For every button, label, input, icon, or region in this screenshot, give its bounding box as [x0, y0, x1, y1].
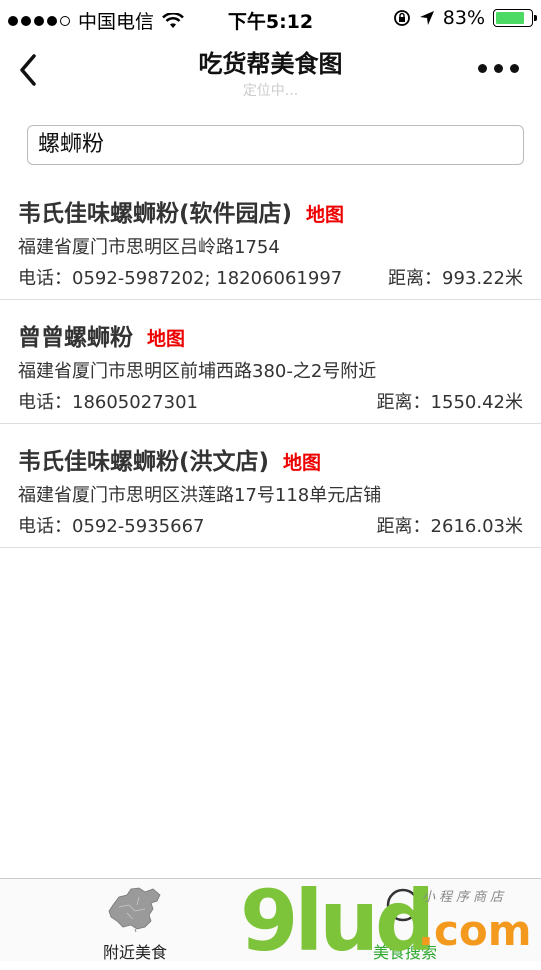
restaurant-distance: 距离：2616.03米	[376, 516, 523, 537]
restaurant-distance: 距离：1550.42米	[376, 392, 523, 413]
tab-label: 美食搜索	[372, 943, 437, 962]
battery-icon	[493, 9, 537, 27]
restaurant-address: 福建省厦门市思明区前埔西路380-之2号附近	[18, 361, 377, 382]
rotation-lock-icon	[393, 10, 410, 26]
page-title: 吃货帮美食图	[198, 50, 343, 78]
location-arrow-icon	[419, 11, 434, 25]
more-menu-icon[interactable]	[478, 64, 519, 73]
map-link[interactable]: 地图	[306, 204, 344, 226]
china-map-icon	[108, 887, 161, 933]
nav-bar: 吃货帮美食图 定位中...	[0, 36, 541, 102]
tab-nearby-food[interactable]: 附近美食	[35, 879, 235, 962]
restaurant-phone: 电话：0592-5987202; 18206061997	[18, 268, 343, 289]
battery-percent: 83%	[442, 7, 485, 29]
result-list: 韦氏佳味螺蛳粉(软件园店) 地图 福建省厦门市思明区吕岭路1754 电话：0592…	[0, 176, 541, 548]
location-status: 定位中...	[242, 83, 299, 99]
battery-fill	[496, 12, 525, 24]
map-link[interactable]: 地图	[283, 452, 321, 474]
restaurant-name: 曾曾螺蛳粉	[18, 325, 133, 351]
search-icon	[386, 888, 425, 928]
tab-bar: 附近美食 美食搜索	[0, 878, 541, 962]
status-right: 83%	[393, 7, 537, 29]
restaurant-address: 福建省厦门市思明区吕岭路1754	[18, 237, 280, 258]
restaurant-phone: 电话：18605027301	[18, 392, 198, 413]
list-item[interactable]: 韦氏佳味螺蛳粉(洪文店) 地图 福建省厦门市思明区洪莲路17号118单元店铺 电话…	[0, 424, 541, 548]
restaurant-distance: 距离：993.22米	[388, 268, 523, 289]
status-bar: 中国电信 下午5:12 83%	[0, 0, 541, 36]
restaurant-name: 韦氏佳味螺蛳粉(软件园店)	[18, 201, 293, 227]
restaurant-name: 韦氏佳味螺蛳粉(洪文店)	[18, 449, 270, 475]
tab-label: 附近美食	[102, 943, 167, 962]
map-link[interactable]: 地图	[147, 328, 185, 350]
tab-food-search[interactable]: 美食搜索	[305, 879, 505, 962]
list-item[interactable]: 曾曾螺蛳粉 地图 福建省厦门市思明区前埔西路380-之2号附近 电话：186050…	[0, 300, 541, 424]
restaurant-phone: 电话：0592-5935667	[18, 516, 205, 537]
list-item[interactable]: 韦氏佳味螺蛳粉(软件园店) 地图 福建省厦门市思明区吕岭路1754 电话：0592…	[0, 176, 541, 300]
restaurant-address: 福建省厦门市思明区洪莲路17号118单元店铺	[18, 485, 382, 506]
search-input[interactable]: 螺蛳粉	[27, 125, 524, 165]
